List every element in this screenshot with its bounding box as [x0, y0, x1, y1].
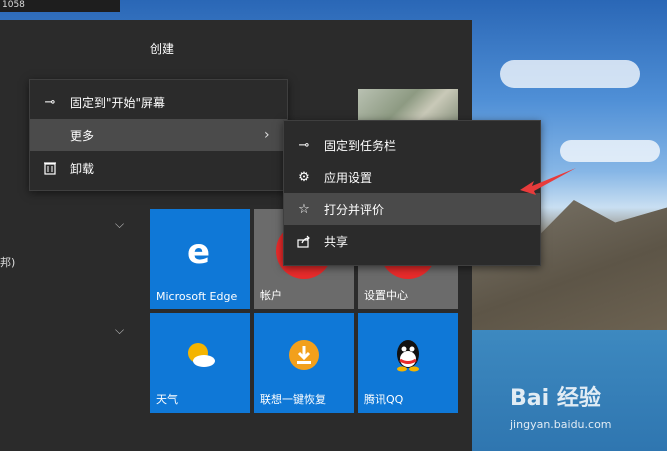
menu-item-share[interactable]: 共享 — [284, 225, 540, 257]
menu-item-uninstall[interactable]: 卸载 — [30, 152, 287, 184]
pin-icon: ⊸ — [298, 137, 310, 153]
annotation-arrow-icon — [520, 168, 576, 195]
watermark-brand: Bai 经验 — [510, 386, 601, 411]
weather-icon — [182, 340, 218, 374]
menu-item-pin-to-start[interactable]: ⊸ 固定到"开始"屏幕 — [30, 86, 287, 118]
chevron-right-icon: › — [264, 127, 270, 143]
tile-weather[interactable]: 天气 — [150, 313, 250, 413]
trash-icon — [42, 160, 58, 176]
tile-label: 天气 — [156, 393, 178, 406]
chevron-down-icon[interactable]: ⌵ — [115, 323, 124, 338]
cloud — [560, 140, 660, 162]
edge-icon: e — [183, 232, 217, 272]
svg-text:e: e — [187, 234, 210, 268]
star-icon: ☆ — [298, 201, 310, 217]
share-icon — [296, 233, 312, 249]
tile-label: Microsoft Edge — [156, 290, 238, 303]
watermark-url: jingyan.baidu.com — [510, 418, 612, 431]
menu-item-label: 更多 — [70, 128, 95, 143]
chevron-down-icon[interactable]: ⌵ — [115, 217, 124, 232]
menu-item-label: 卸载 — [70, 161, 95, 176]
menu-item-label: 共享 — [324, 234, 349, 249]
menu-item-app-settings[interactable]: ⚙ 应用设置 — [284, 161, 540, 193]
tile-label: 设置中心 — [364, 289, 408, 302]
menu-item-label: 固定到任务栏 — [324, 138, 397, 153]
gear-icon: ⚙ — [298, 169, 310, 185]
tile-lenovo-recovery[interactable]: 联想一键恢复 — [254, 313, 354, 413]
menu-item-label: 应用设置 — [324, 170, 373, 185]
context-menu: ⊸ 固定到"开始"屏幕 更多 › 卸载 — [29, 79, 288, 191]
tile-label: 帐户 — [260, 289, 282, 302]
menu-item-rate-and-review[interactable]: ☆ 打分并评价 — [284, 193, 540, 225]
menu-item-label: 固定到"开始"屏幕 — [70, 95, 166, 110]
window-title-text: 1058 — [2, 0, 25, 10]
tile-label: 联想一键恢复 — [260, 393, 326, 406]
tile-label: 腾讯QQ — [364, 393, 404, 406]
baidu-watermark: Bai 经验 jingyan.baidu.com — [510, 380, 660, 440]
qq-icon — [393, 338, 423, 376]
menu-item-label: 打分并评价 — [324, 202, 385, 217]
tile-microsoft-edge[interactable]: e Microsoft Edge — [150, 209, 250, 309]
submenu: ⊸ 固定到任务栏 ⚙ 应用设置 ☆ 打分并评价 共享 — [283, 120, 541, 266]
tile-tencent-qq[interactable]: 腾讯QQ — [358, 313, 458, 413]
menu-item-pin-to-taskbar[interactable]: ⊸ 固定到任务栏 — [284, 129, 540, 161]
group-title: 创建 — [150, 42, 175, 56]
recovery-icon — [288, 339, 320, 375]
pin-icon: ⊸ — [44, 94, 56, 110]
cloud — [500, 60, 640, 88]
window-title-fragment: 1058 — [0, 0, 120, 12]
menu-item-more[interactable]: 更多 › — [30, 119, 287, 151]
app-list-label: 邦) — [0, 256, 16, 269]
